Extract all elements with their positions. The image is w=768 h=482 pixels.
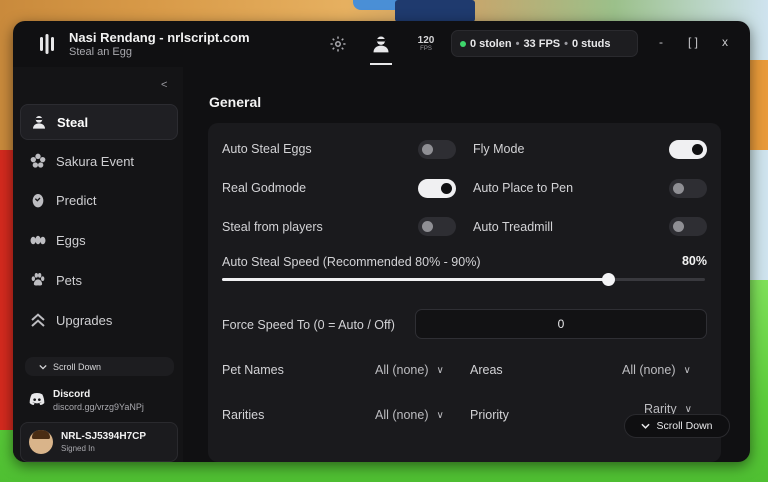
section-title: General (209, 94, 262, 110)
sidebar-item-label: Predict (56, 192, 97, 208)
sidebar-scroll-down-button[interactable]: Scroll Down (25, 357, 174, 376)
fly-mode-toggle[interactable] (669, 140, 707, 159)
slider-value: 80% (681, 254, 707, 268)
sidebar-item-upgrades[interactable]: Upgrades (20, 302, 178, 338)
toggle-label: Real Godmode (222, 181, 307, 195)
chevron-down-icon: ∨ (684, 403, 692, 415)
chevrons-up-icon (30, 312, 46, 328)
app-title: Nasi Rendang - nrlscript.com (69, 30, 250, 45)
avatar (29, 430, 53, 454)
script-window: Nasi Rendang - nrlscript.com Steal an Eg… (13, 21, 750, 462)
chevron-down-icon: ∨ (436, 364, 444, 376)
stat-separator: • (564, 37, 568, 50)
rarities-dropdown[interactable]: All (none) ∨ (375, 408, 444, 422)
stat-stolen: 0 stolen (470, 37, 512, 50)
eggs-icon (30, 232, 46, 248)
user-name: NRL-SJ5394H7CP (61, 431, 147, 442)
scroll-down-label: Scroll Down (656, 420, 713, 432)
dropdown-label: Priority (470, 408, 509, 422)
dropdown-label: Areas (470, 363, 503, 377)
slider-label: Auto Steal Speed (Recommended 80% - 90%) (222, 255, 481, 269)
discord-link[interactable]: Discord discord.gg/vrzg9YaNPj (29, 389, 144, 412)
dropdown-value: All (none) (622, 363, 676, 377)
stat-fps: 33 FPS (523, 37, 561, 50)
general-settings-panel: Auto Steal Eggs Fly Mode Real Godmode Au… (208, 123, 721, 462)
user-icon (31, 114, 47, 130)
sidebar-item-label: Eggs (56, 232, 86, 248)
user-status: Signed In (61, 444, 95, 453)
paw-icon (30, 272, 46, 288)
settings-gear-icon[interactable] (327, 33, 349, 55)
egg-icon (30, 192, 46, 208)
sidebar-item-label: Pets (56, 272, 83, 288)
real-godmode-toggle[interactable] (418, 179, 456, 198)
toggle-label: Auto Steal Eggs (222, 142, 312, 156)
sidebar-item-label: Sakura Event (56, 153, 135, 169)
main-content: General Auto Steal Eggs Fly Mode Real Go… (183, 67, 750, 462)
chevron-down-icon (39, 362, 47, 372)
toggle-label: Auto Place to Pen (473, 181, 574, 195)
dropdown-value: All (none) (375, 408, 429, 422)
toggle-label: Fly Mode (473, 142, 525, 156)
maximize-button[interactable]: [ ] (685, 35, 701, 49)
main-scroll-down-button[interactable]: Scroll Down (624, 414, 730, 438)
fps-cap-number: 120 (417, 35, 435, 46)
chevron-down-icon: ∨ (683, 364, 691, 376)
flower-icon (30, 153, 46, 169)
toggle-label: Auto Treadmill (473, 220, 553, 234)
slider-fill (222, 278, 609, 281)
sidebar: < Steal Sakura Event Predict Eggs Pets U… (13, 67, 183, 462)
pet-names-dropdown[interactable]: All (none) ∨ (375, 363, 444, 377)
slider-thumb[interactable] (602, 273, 616, 286)
auto-place-to-pen-toggle[interactable] (669, 179, 707, 198)
steal-from-players-toggle[interactable] (418, 217, 456, 236)
user-card: NRL-SJ5394H7CP Signed In (20, 422, 178, 462)
active-tab-indicator (370, 63, 392, 65)
title-bar[interactable]: Nasi Rendang - nrlscript.com Steal an Eg… (13, 21, 750, 67)
stats-pill: 0 stolen • 33 FPS • 0 studs (451, 30, 638, 57)
stat-studs: 0 studs (571, 37, 611, 50)
sidebar-item-label: Upgrades (56, 312, 113, 328)
collapse-sidebar-button[interactable]: < (161, 79, 167, 91)
sidebar-item-predict[interactable]: Predict (20, 182, 178, 218)
toggle-label: Steal from players (222, 220, 323, 234)
scroll-down-label: Scroll Down (53, 361, 102, 372)
background-character (395, 0, 475, 22)
discord-title: Discord (53, 389, 91, 400)
close-button[interactable]: x (717, 35, 733, 49)
dropdown-value: All (none) (375, 363, 429, 377)
dropdown-label: Rarities (222, 408, 265, 422)
sidebar-item-sakura-event[interactable]: Sakura Event (20, 143, 178, 179)
force-speed-input[interactable] (415, 309, 707, 339)
areas-dropdown[interactable]: All (none) ∨ (622, 363, 691, 377)
player-tab-icon[interactable] (370, 33, 392, 55)
sidebar-item-steal[interactable]: Steal (20, 104, 178, 140)
sidebar-item-label: Steal (57, 114, 89, 130)
force-speed-label: Force Speed To (0 = Auto / Off) (222, 318, 395, 332)
fps-cap-icon[interactable]: 120 FPS (414, 33, 438, 55)
app-logo-icon (37, 33, 57, 55)
app-subtitle: Steal an Egg (69, 46, 132, 58)
fps-cap-unit: FPS (420, 46, 432, 52)
auto-treadmill-toggle[interactable] (669, 217, 707, 236)
discord-icon (29, 392, 45, 410)
auto-steal-eggs-toggle[interactable] (418, 140, 456, 159)
stat-separator: • (515, 37, 520, 50)
status-dot-icon (460, 40, 466, 47)
sidebar-item-eggs[interactable]: Eggs (20, 222, 178, 258)
sidebar-item-pets[interactable]: Pets (20, 262, 178, 298)
chevron-down-icon: ∨ (436, 409, 444, 421)
discord-url: discord.gg/vrzg9YaNPj (53, 402, 144, 412)
auto-steal-speed-slider[interactable] (222, 273, 705, 286)
chevron-down-icon (641, 420, 651, 432)
dropdown-label: Pet Names (222, 363, 284, 377)
minimize-button[interactable]: - (653, 35, 669, 49)
